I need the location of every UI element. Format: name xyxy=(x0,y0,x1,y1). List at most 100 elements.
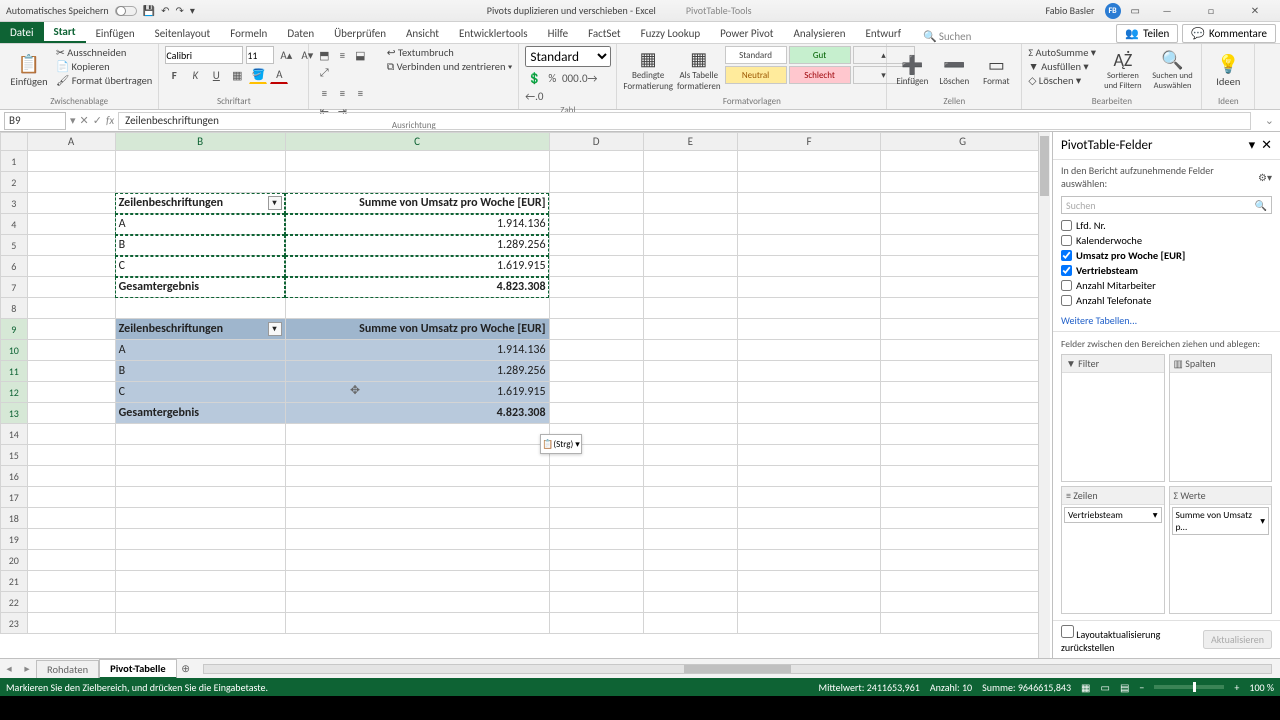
search-label[interactable]: Suchen xyxy=(939,30,972,43)
value-field-item[interactable]: Summe von Umsatz p…▾ xyxy=(1172,507,1270,535)
merge-center-button[interactable]: ⧉ Verbinden und zentrieren ▾ xyxy=(387,60,513,74)
align-center-icon[interactable]: ≡ xyxy=(333,84,351,102)
pivot2-row[interactable]: A xyxy=(115,340,285,361)
pivot1-total-label[interactable]: Gesamtergebnis xyxy=(115,277,285,298)
col-header-B[interactable]: B xyxy=(115,133,285,151)
row-header[interactable]: 1 xyxy=(1,151,28,172)
pivot2-value[interactable]: 1.619.915 xyxy=(285,382,549,403)
tab-entwurf[interactable]: Entwurf xyxy=(856,24,912,43)
formula-input[interactable]: Zeilenbeschriftungen xyxy=(118,112,1251,130)
pivot1-row[interactable]: C xyxy=(115,256,285,277)
defer-layout-checkbox[interactable]: Layoutaktualisierung zurückstellen xyxy=(1061,625,1203,654)
pivot2-value[interactable]: 1.289.256 xyxy=(285,361,549,382)
clear-button[interactable]: ◇ Löschen ▾ xyxy=(1028,74,1096,87)
comments-button[interactable]: 💬Kommentare xyxy=(1182,24,1276,43)
tab-start[interactable]: Start xyxy=(44,22,86,43)
format-cells-button[interactable]: ▭Format xyxy=(977,46,1015,94)
field-search-input[interactable]: Suchen 🔍 xyxy=(1061,196,1272,214)
tab-entwicklertools[interactable]: Entwicklertools xyxy=(449,24,538,43)
search-icon[interactable]: 🔍 xyxy=(923,30,937,43)
col-header-E[interactable]: E xyxy=(643,133,737,151)
tab-daten[interactable]: Daten xyxy=(277,24,324,43)
font-color-icon[interactable]: A xyxy=(270,66,288,84)
autosum-button[interactable]: Σ AutoSumme ▾ xyxy=(1028,46,1096,59)
maximize-button[interactable]: □ xyxy=(1194,0,1228,22)
area-values[interactable]: Σ WerteSumme von Umsatz p…▾ xyxy=(1169,486,1273,614)
area-rows[interactable]: ≡ ZeilenVertriebsteam▾ xyxy=(1061,486,1165,614)
tab-powerpivot[interactable]: Power Pivot xyxy=(710,24,783,43)
align-right-icon[interactable]: ≡ xyxy=(351,84,369,102)
minimize-button[interactable]: — xyxy=(1150,0,1184,22)
ideas-button[interactable]: 💡Ideen xyxy=(1208,46,1248,94)
field-item[interactable]: Kalenderwoche xyxy=(1061,233,1272,248)
pivot1-row[interactable]: B xyxy=(115,235,285,256)
tab-nav-prev[interactable]: ◂ xyxy=(0,662,18,675)
view-normal-icon[interactable]: ▦ xyxy=(1081,681,1090,694)
zoom-in-icon[interactable]: + xyxy=(1234,681,1239,694)
pivot1-total-value[interactable]: 4.823.308 xyxy=(285,277,549,298)
gear-icon[interactable]: ⚙▾ xyxy=(1258,171,1272,184)
tab-nav-next[interactable]: ▸ xyxy=(18,662,36,675)
file-tab[interactable]: Datei xyxy=(0,22,44,43)
select-all-corner[interactable] xyxy=(1,133,28,151)
bold-icon[interactable]: F xyxy=(165,66,183,84)
pivot-filter-icon[interactable]: ▾ xyxy=(268,322,282,336)
pivot2-header-values[interactable]: Summe von Umsatz pro Woche [EUR] xyxy=(285,319,549,340)
cell-styles-gallery[interactable]: Standard Gut ▴ Neutral Schlecht ▾ xyxy=(725,46,915,84)
align-left-icon[interactable]: ≡ xyxy=(315,84,333,102)
redo-icon[interactable]: ↷ xyxy=(176,4,184,17)
pivot1-row[interactable]: A xyxy=(115,214,285,235)
align-middle-icon[interactable]: ≡ xyxy=(333,46,351,64)
row-header[interactable]: 14 xyxy=(1,424,28,445)
vertical-scrollbar[interactable] xyxy=(1038,132,1050,658)
orientation-icon[interactable]: ⤢ xyxy=(315,64,333,82)
col-header-C[interactable]: C xyxy=(285,133,549,151)
row-header[interactable]: 8 xyxy=(1,298,28,319)
name-box[interactable]: B9 xyxy=(4,112,66,130)
save-icon[interactable]: 💾 xyxy=(143,4,155,17)
row-header[interactable]: 2 xyxy=(1,172,28,193)
col-header-F[interactable]: F xyxy=(737,133,880,151)
view-pagelayout-icon[interactable]: ▭ xyxy=(1101,681,1110,694)
close-button[interactable]: ✕ xyxy=(1238,0,1272,22)
italic-icon[interactable]: K xyxy=(186,66,204,84)
row-header[interactable]: 11 xyxy=(1,361,28,382)
pivot1-value[interactable]: 1.619.915 xyxy=(285,256,549,277)
style-standard[interactable]: Standard xyxy=(725,46,787,64)
col-header-A[interactable]: A xyxy=(27,133,115,151)
font-size-input[interactable] xyxy=(246,46,274,64)
row-header[interactable]: 13 xyxy=(1,403,28,424)
row-header[interactable]: 17 xyxy=(1,487,28,508)
style-gut[interactable]: Gut xyxy=(789,46,851,64)
tab-formeln[interactable]: Formeln xyxy=(220,24,277,43)
tab-seitenlayout[interactable]: Seitenlayout xyxy=(145,24,221,43)
inc-decimal-icon[interactable]: .0→ xyxy=(579,69,597,87)
fill-button[interactable]: ▼ Ausfüllen ▾ xyxy=(1028,60,1096,73)
zoom-level[interactable]: 100 % xyxy=(1249,681,1274,694)
more-tables-link[interactable]: Weitere Tabellen... xyxy=(1053,310,1280,331)
area-columns[interactable]: ▥ Spalten xyxy=(1169,354,1273,482)
col-header-G[interactable]: G xyxy=(881,133,1045,151)
tab-ueberpruefen[interactable]: Überprüfen xyxy=(324,24,396,43)
border-icon[interactable]: ▦ xyxy=(228,66,246,84)
add-sheet-button[interactable]: ⊕ xyxy=(177,662,195,675)
sheet-tab-rohdaten[interactable]: Rohdaten xyxy=(36,660,99,678)
pivot2-value[interactable]: 1.914.136 xyxy=(285,340,549,361)
pivot-filter-icon[interactable]: ▾ xyxy=(268,196,282,210)
row-header[interactable]: 4 xyxy=(1,214,28,235)
format-painter-button[interactable]: 🖌 Format übertragen xyxy=(56,74,152,87)
row-header[interactable]: 9 xyxy=(1,319,28,340)
row-header[interactable]: 19 xyxy=(1,529,28,550)
worksheet-grid[interactable]: A B C D E F G 1 2 3 Zeilenbeschriftungen… xyxy=(0,132,1052,658)
undo-icon[interactable]: ↶ xyxy=(161,4,169,17)
pivot1-header-values[interactable]: Summe von Umsatz pro Woche [EUR] xyxy=(285,193,549,214)
autosave-toggle[interactable] xyxy=(115,6,137,16)
tab-hilfe[interactable]: Hilfe xyxy=(538,24,578,43)
insert-cells-button[interactable]: ➕Einfügen xyxy=(893,46,931,94)
pivot1-value[interactable]: 1.289.256 xyxy=(285,235,549,256)
sheet-tab-pivot[interactable]: Pivot-Tabelle xyxy=(99,659,177,679)
col-header-D[interactable]: D xyxy=(549,133,643,151)
row-header[interactable]: 23 xyxy=(1,613,28,634)
paste-button[interactable]: 📋Einfügen xyxy=(6,46,52,94)
row-header[interactable]: 6 xyxy=(1,256,28,277)
